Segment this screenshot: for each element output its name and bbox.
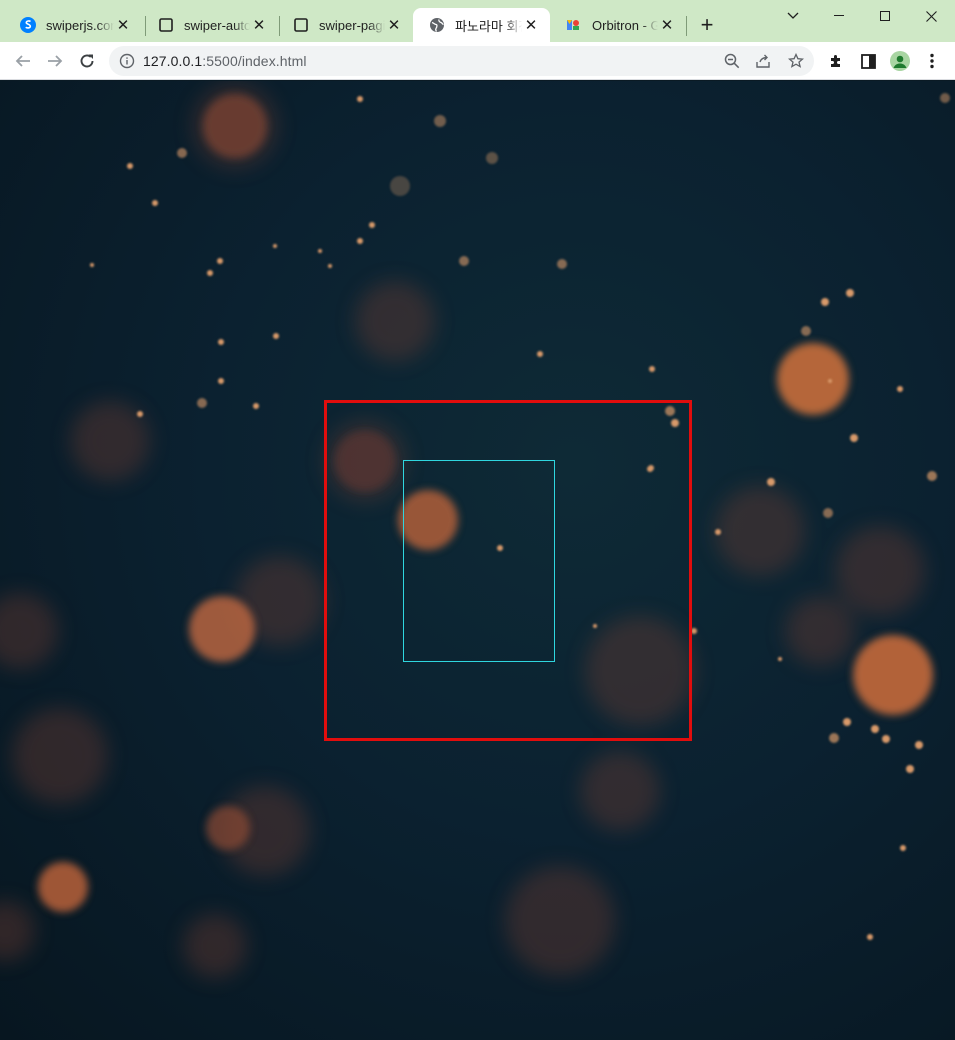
- tab-orbitron-google-fonts[interactable]: Orbitron - Google Fonts ✕: [550, 8, 686, 42]
- star-icon: [788, 53, 804, 68]
- tab-search-button[interactable]: [770, 0, 816, 32]
- maximize-button[interactable]: [862, 0, 908, 32]
- tab-title: swiper-pagination: [319, 17, 385, 33]
- extensions-button[interactable]: [823, 48, 849, 74]
- new-tab-button[interactable]: +: [693, 11, 721, 39]
- back-button[interactable]: [9, 47, 37, 75]
- maximize-icon: [880, 11, 890, 21]
- share-icon: [756, 54, 770, 68]
- close-tab-icon[interactable]: ✕: [114, 16, 132, 34]
- reload-icon: [80, 54, 94, 68]
- close-window-button[interactable]: [908, 0, 954, 32]
- close-icon: [925, 10, 937, 22]
- info-icon[interactable]: [119, 53, 135, 69]
- arrow-right-icon: [48, 55, 63, 67]
- close-tab-icon[interactable]: ✕: [385, 16, 403, 34]
- google-fonts-icon: [566, 17, 582, 33]
- page-viewport: [0, 81, 955, 1040]
- share-button[interactable]: [752, 50, 774, 72]
- side-panel-icon: [860, 53, 876, 69]
- reload-button[interactable]: [73, 47, 101, 75]
- address-bar[interactable]: 127.0.0.1:5500/index.html: [109, 46, 814, 76]
- profile-button[interactable]: [887, 48, 913, 74]
- url-text[interactable]: 127.0.0.1:5500/index.html: [143, 53, 307, 69]
- chevron-down-icon: [787, 12, 799, 19]
- kebab-menu-icon: [930, 53, 934, 69]
- tab-title: Orbitron - Google Fonts: [592, 17, 658, 33]
- forward-button[interactable]: [41, 47, 69, 75]
- url-path: :5500/index.html: [202, 53, 307, 69]
- close-tab-icon[interactable]: ✕: [658, 16, 676, 34]
- tab-separator: [686, 16, 687, 36]
- tab-swiper-pagination[interactable]: swiper-pagination ✕: [277, 8, 413, 42]
- url-host: 127.0.0.1: [143, 53, 203, 69]
- minimize-icon: [834, 15, 844, 16]
- panorama-slide-outline: [403, 460, 555, 662]
- zoom-out-icon: [724, 53, 740, 69]
- minimize-button[interactable]: [816, 0, 862, 32]
- side-panel-button[interactable]: [855, 48, 881, 74]
- puzzle-icon: [831, 55, 840, 67]
- tab-title: swiper-autoplay: [184, 17, 250, 33]
- tab-panorama-active[interactable]: 파노라마 회전 ✕: [413, 8, 550, 42]
- avatar-icon: [890, 51, 910, 71]
- page-icon: [293, 17, 309, 33]
- browser-toolbar: 127.0.0.1:5500/index.html: [0, 42, 955, 80]
- close-tab-icon[interactable]: ✕: [250, 16, 268, 34]
- bookmark-button[interactable]: [785, 50, 807, 72]
- tab-swiper-autoplay[interactable]: swiper-autoplay ✕: [142, 8, 278, 42]
- page-icon: [158, 17, 174, 33]
- arrow-left-icon: [15, 55, 30, 67]
- globe-icon: [429, 17, 445, 33]
- tab-title: 파노라마 회전: [455, 18, 522, 34]
- tab-swiperjs[interactable]: swiperjs.com ✕: [4, 8, 142, 42]
- close-tab-icon[interactable]: ✕: [522, 16, 540, 34]
- zoom-button[interactable]: [721, 50, 743, 72]
- menu-button[interactable]: [919, 48, 945, 74]
- tab-title: swiperjs.com: [46, 17, 114, 33]
- tab-strip: swiperjs.com ✕ swiper-autoplay ✕ swiper-…: [0, 0, 955, 42]
- swiper-logo-icon: [20, 17, 36, 33]
